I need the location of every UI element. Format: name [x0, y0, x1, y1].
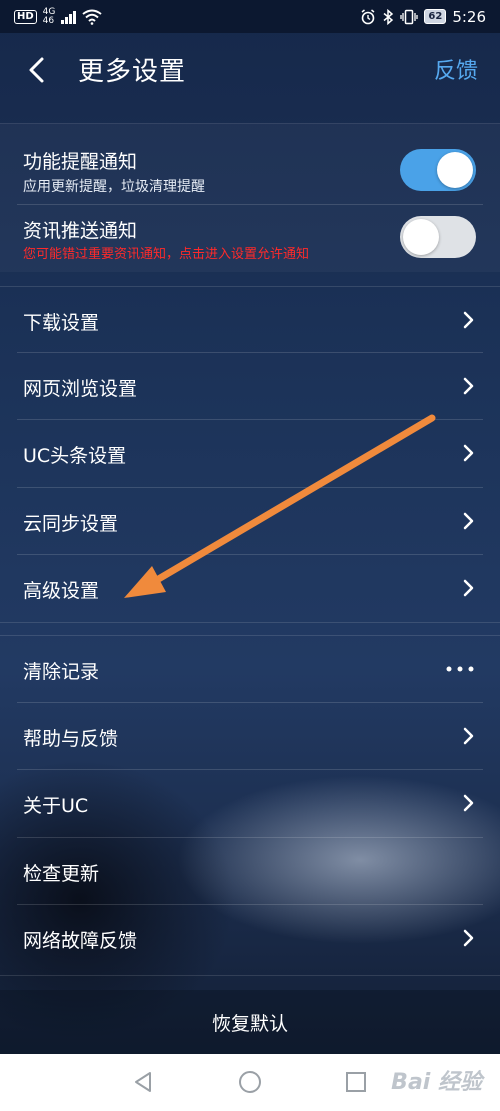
notify-feature-toggle[interactable]	[400, 149, 476, 191]
watermark-logo: Bai 经验	[391, 1070, 482, 1095]
check-update-label: 检查更新	[23, 863, 100, 885]
chevron-right-icon	[463, 794, 474, 812]
system-nav-bar: Bai 经验	[0, 1054, 500, 1111]
advanced-settings-row[interactable]: 高级设置	[0, 555, 500, 622]
check-update-row[interactable]: 检查更新	[0, 838, 500, 905]
status-bar: HD 4G 46 62 5:26	[0, 0, 500, 33]
toggle-knob	[403, 219, 439, 255]
advanced-settings-label: 高级设置	[23, 580, 100, 602]
cloud-sync-settings-row[interactable]: 云同步设置	[0, 488, 500, 555]
download-settings-label: 下载设置	[23, 312, 100, 334]
section-divider	[0, 622, 500, 623]
nav-recents-icon[interactable]	[344, 1070, 368, 1094]
uc-headlines-settings-row[interactable]: UC头条设置	[0, 420, 500, 488]
toggle-knob	[437, 152, 473, 188]
back-arrow-icon[interactable]	[22, 55, 52, 85]
notify-news-warning: 您可能错过重要资讯通知，点击进入设置允许通知	[23, 247, 310, 262]
chevron-right-icon	[463, 579, 474, 597]
browsing-settings-label: 网页浏览设置	[23, 378, 138, 400]
browsing-settings-row[interactable]: 网页浏览设置	[0, 353, 500, 420]
chevron-right-icon	[463, 727, 474, 745]
help-feedback-row[interactable]: 帮助与反馈	[0, 703, 500, 770]
chevron-right-icon	[463, 311, 474, 329]
wifi-icon	[82, 9, 102, 25]
nav-back-icon[interactable]	[131, 1070, 155, 1094]
help-feedback-label: 帮助与反馈	[23, 728, 119, 750]
network-issue-feedback-label: 网络故障反馈	[23, 930, 138, 952]
notify-feature-row[interactable]: 功能提醒通知 应用更新提醒，垃圾清理提醒	[0, 136, 500, 205]
page-title: 更多设置	[78, 57, 187, 87]
signal-icon	[61, 10, 77, 24]
battery-icon: 62	[424, 9, 447, 24]
clock: 5:26	[452, 7, 486, 26]
cloud-sync-settings-label: 云同步设置	[23, 513, 119, 535]
feedback-button[interactable]: 反馈	[434, 53, 478, 85]
restore-default-button[interactable]: 恢复默认	[0, 990, 500, 1054]
status-right: 62 5:26	[360, 8, 486, 26]
notify-news-toggle[interactable]	[400, 216, 476, 258]
alarm-icon	[361, 8, 375, 24]
nav-home-icon[interactable]	[238, 1070, 262, 1094]
bluetooth-icon	[383, 8, 394, 25]
clear-records-label: 清除记录	[23, 661, 100, 683]
more-dots-icon[interactable]	[446, 666, 474, 672]
about-uc-label: 关于UC	[23, 795, 89, 817]
vibrate-icon	[400, 9, 419, 24]
chevron-right-icon	[463, 444, 474, 462]
network-type-bottom: 46	[42, 15, 55, 26]
app-header: 更多设置 反馈	[0, 33, 500, 105]
chevron-right-icon	[463, 512, 474, 530]
section-divider	[0, 975, 500, 976]
hd-badge: HD	[14, 9, 37, 24]
status-left: HD 4G 46	[14, 7, 102, 26]
about-uc-row[interactable]: 关于UC	[0, 770, 500, 838]
download-settings-row[interactable]: 下载设置	[0, 287, 500, 353]
clear-records-row[interactable]: 清除记录	[0, 636, 500, 703]
notify-feature-label: 功能提醒通知	[23, 151, 138, 173]
network-type: 4G 46	[42, 7, 56, 26]
notify-feature-sub: 应用更新提醒，垃圾清理提醒	[23, 179, 205, 195]
notify-news-label: 资讯推送通知	[23, 220, 138, 242]
chevron-right-icon	[463, 929, 474, 947]
uc-headlines-settings-label: UC头条设置	[23, 445, 127, 467]
chevron-right-icon	[463, 377, 474, 395]
notify-news-row[interactable]: 资讯推送通知 您可能错过重要资讯通知，点击进入设置允许通知	[0, 205, 500, 271]
network-issue-feedback-row[interactable]: 网络故障反馈	[0, 905, 500, 972]
